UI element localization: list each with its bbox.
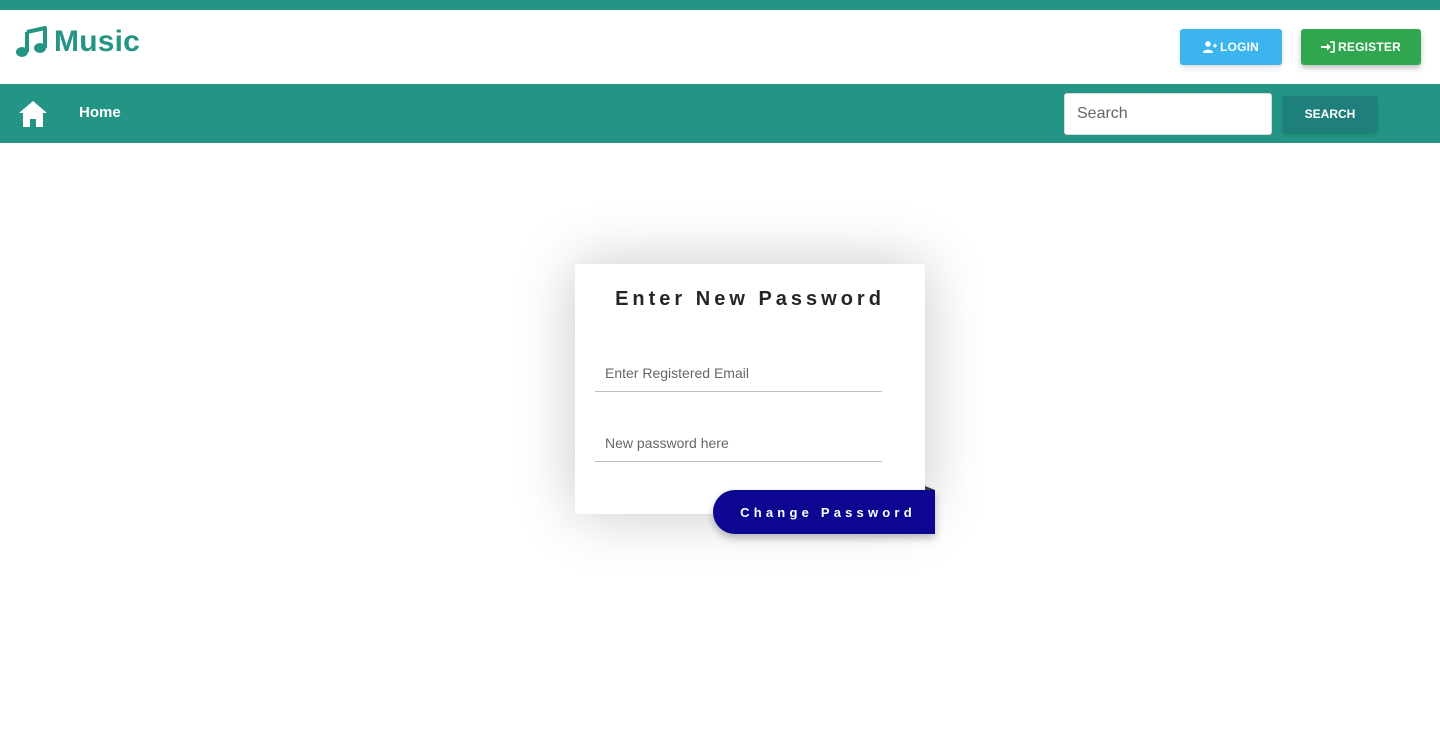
main-navbar: Home SEARCH — [0, 84, 1440, 143]
search-button[interactable]: SEARCH — [1283, 96, 1377, 132]
top-accent-strip — [0, 0, 1440, 10]
register-label: REGISTER — [1338, 40, 1401, 54]
new-password-field[interactable] — [595, 424, 882, 462]
change-password-card: Enter New Password — [575, 264, 925, 514]
brand-name: Music — [54, 25, 141, 58]
brand-logo-link[interactable]: Music — [15, 24, 140, 60]
sign-in-icon — [1321, 41, 1335, 53]
home-icon[interactable] — [18, 100, 48, 128]
music-note-icon — [16, 26, 47, 57]
search-input[interactable] — [1064, 93, 1272, 135]
site-header: Music LOGIN REGISTER — [0, 10, 1440, 84]
card-title: Enter New Password — [615, 288, 885, 310]
change-password-button[interactable]: Change Password — [713, 490, 935, 534]
email-field[interactable] — [595, 354, 882, 392]
nav-home-link[interactable]: Home — [79, 104, 121, 122]
register-button[interactable]: REGISTER — [1301, 29, 1421, 65]
login-button[interactable]: LOGIN — [1180, 29, 1282, 65]
user-plus-icon — [1203, 41, 1217, 53]
login-label: LOGIN — [1220, 40, 1259, 54]
